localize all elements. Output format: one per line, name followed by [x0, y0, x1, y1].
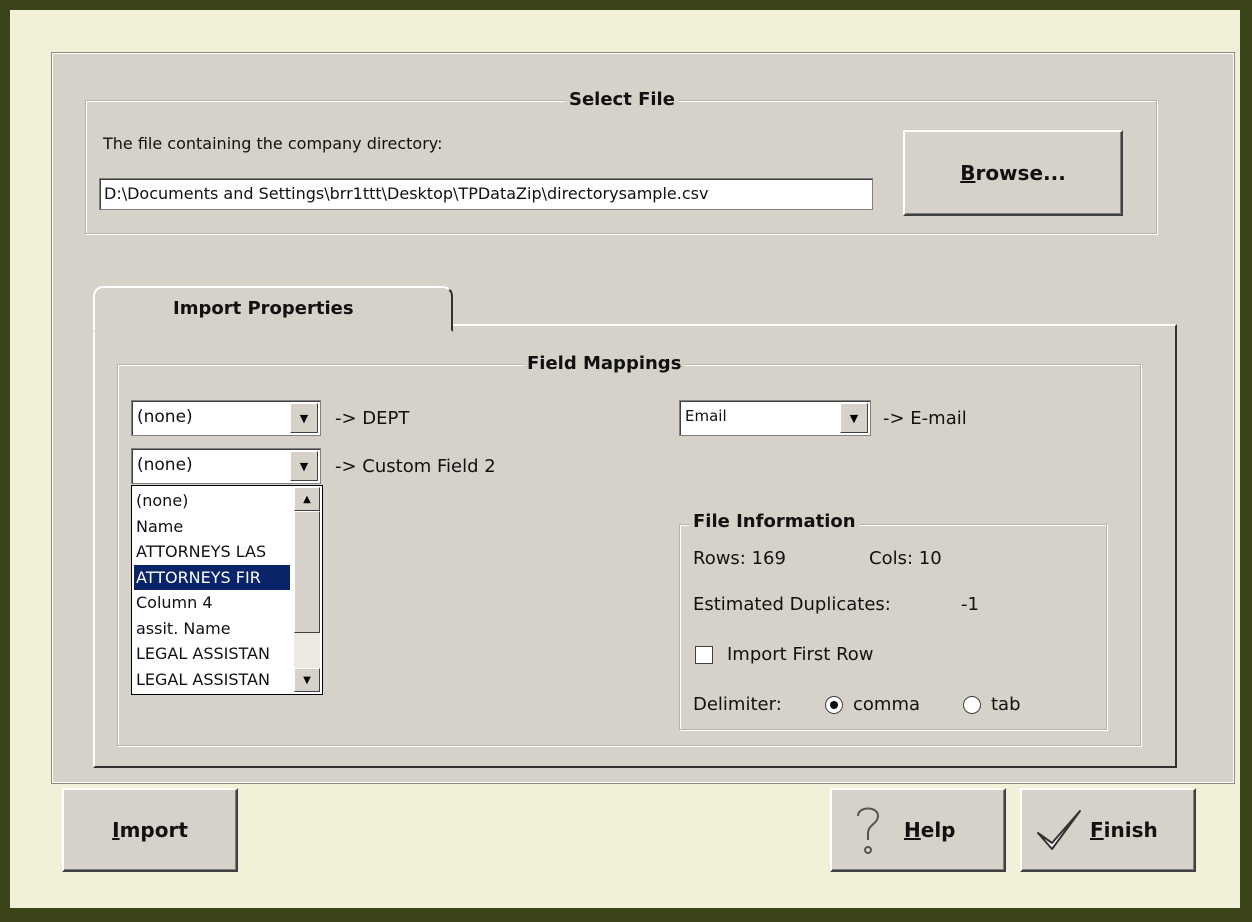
mapping-dropdown-list[interactable]: (none) Name ATTORNEYS LAS ATTORNEYS FIR Colu…: [131, 485, 323, 695]
email-mapping-value: Email: [685, 407, 727, 425]
import-mnemonic: I: [112, 818, 120, 842]
file-prompt-label: The file containing the company director…: [103, 134, 443, 153]
field-mappings-title: Field Mappings: [523, 353, 686, 374]
browse-button[interactable]: Browse...: [903, 130, 1123, 216]
dept-mapping-select[interactable]: (none) ▼: [131, 400, 321, 436]
custom-field-2-target-label: -> Custom Field 2: [335, 456, 496, 477]
finish-button[interactable]: Finish: [1020, 788, 1196, 872]
file-information-title: File Information: [689, 511, 860, 532]
content-frame: Select File The file containing the comp…: [51, 52, 1235, 784]
email-target-label: -> E-mail: [883, 408, 967, 429]
delimiter-tab-label[interactable]: tab: [991, 694, 1021, 715]
dept-target-label: -> DEPT: [335, 408, 410, 429]
dropdown-option[interactable]: Name: [134, 514, 290, 539]
custom-field-2-select[interactable]: (none) ▼: [131, 448, 321, 484]
chevron-down-icon[interactable]: ▼: [290, 403, 318, 433]
dropdown-option[interactable]: Column 4: [134, 590, 290, 615]
select-file-title: Select File: [565, 89, 679, 110]
help-mnemonic: H: [904, 818, 921, 842]
browse-mnemonic: B: [960, 161, 976, 185]
chevron-down-icon[interactable]: ▼: [290, 451, 318, 481]
question-icon: [857, 807, 880, 854]
dropdown-option[interactable]: LEGAL ASSISTAN: [134, 641, 290, 666]
file-path-field[interactable]: D:\Documents and Settings\brr1ttt\Deskto…: [99, 178, 873, 210]
delimiter-comma-radio[interactable]: [825, 696, 843, 714]
dropdown-option[interactable]: LEGAL ASSISTAN: [134, 667, 290, 692]
delimiter-tab-radio[interactable]: [963, 696, 981, 714]
finish-mnemonic: F: [1090, 818, 1104, 842]
email-mapping-select[interactable]: Email ▼: [679, 400, 871, 436]
tab-import-properties[interactable]: Import Properties: [93, 286, 453, 332]
rows-count: Rows: 169: [693, 548, 786, 569]
dropdown-scrollbar[interactable]: ▲ ▼: [294, 487, 320, 692]
chevron-down-icon[interactable]: ▼: [840, 403, 868, 433]
scroll-thumb[interactable]: [294, 511, 320, 633]
dropdown-option[interactable]: ATTORNEYS LAS: [134, 539, 290, 564]
import-button[interactable]: Import: [62, 788, 238, 872]
browse-label: rowse...: [975, 161, 1066, 185]
help-label: elp: [920, 818, 956, 842]
radio-selected-dot: [830, 701, 838, 709]
dialog-window: Select File The file containing the comp…: [10, 10, 1240, 908]
duplicates-label: Estimated Duplicates:: [693, 594, 891, 615]
import-first-row-label[interactable]: Import First Row: [727, 644, 874, 665]
duplicates-value: -1: [961, 594, 979, 615]
import-first-row-checkbox[interactable]: [695, 646, 713, 664]
dropdown-option[interactable]: (none): [134, 488, 290, 513]
delimiter-label: Delimiter:: [693, 694, 782, 715]
dropdown-option[interactable]: ATTORNEYS FIR: [134, 564, 290, 590]
checkmark-icon: [1037, 810, 1081, 850]
tab-label: Import Properties: [173, 298, 354, 319]
help-button[interactable]: Help: [830, 788, 1006, 872]
dropdown-option[interactable]: assit. Name: [134, 616, 290, 641]
scroll-down-button[interactable]: ▼: [294, 668, 320, 692]
finish-label: inish: [1103, 818, 1158, 842]
custom-field-2-value: (none): [137, 455, 193, 475]
import-label: mport: [119, 818, 188, 842]
scroll-up-button[interactable]: ▲: [294, 487, 320, 511]
dept-mapping-value: (none): [137, 407, 193, 427]
delimiter-comma-label[interactable]: comma: [853, 694, 920, 715]
cols-count: Cols: 10: [869, 548, 942, 569]
